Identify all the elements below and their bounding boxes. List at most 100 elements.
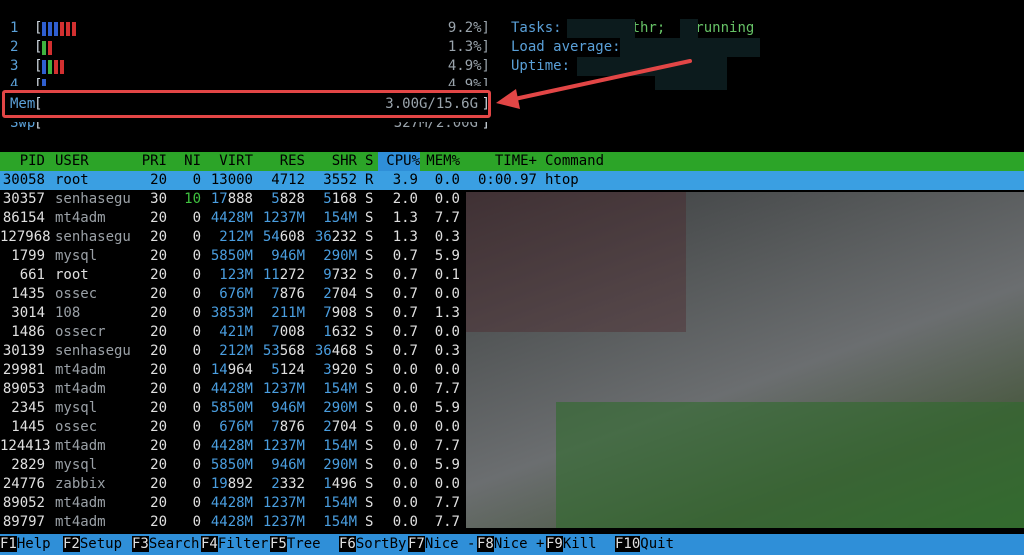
cell-pid: 1486: [11, 324, 45, 340]
cell-cpu: 0.0: [392, 362, 418, 378]
fkey-key: F6: [339, 536, 356, 552]
cell-res: 946M: [271, 400, 305, 416]
cell-res: 1237M: [262, 514, 305, 530]
cell-res: 2332: [271, 476, 305, 492]
cell-res: 53568: [262, 343, 305, 359]
cell-mem: 7.7: [434, 438, 460, 454]
cell-ni: 0: [192, 476, 201, 492]
cell-res: 1237M: [262, 438, 305, 454]
cell-cpu: 3.9: [392, 172, 418, 188]
cell-ni: 0: [192, 362, 201, 378]
fkey-label: Search: [148, 536, 200, 552]
cell-pid: 1799: [11, 248, 45, 264]
cell-pid: 1435: [11, 286, 45, 302]
annotation-arrow-icon: [496, 59, 692, 109]
fkey-label: SortBy: [355, 536, 407, 552]
cell-virt: 17888: [210, 191, 253, 207]
cell-pri: 20: [150, 229, 167, 245]
cell-pri: 20: [150, 267, 167, 283]
fkey-quit-button[interactable]: F10Quit: [615, 535, 674, 554]
meter-bar-segment: [60, 22, 65, 36]
cell-mem: 0.0: [434, 362, 460, 378]
cell-s: S: [365, 438, 374, 454]
cell-virt: 5850M: [210, 248, 253, 264]
cell-user: senhasegu: [55, 191, 131, 207]
cpu-bracket-left: [: [34, 58, 43, 74]
fkey-kill-button[interactable]: F9Kill: [546, 535, 597, 554]
cell-pid: 86154: [2, 210, 45, 226]
cpu-bar-fill: [42, 19, 78, 38]
cell-pri: 20: [150, 210, 167, 226]
cell-pid: 30058: [2, 172, 45, 188]
blur-patch: [466, 192, 686, 332]
cell-pid: 30139: [2, 343, 45, 359]
cell-ni: 0: [192, 457, 201, 473]
cell-ni: 0: [192, 267, 201, 283]
cell-res: 7008: [271, 324, 305, 340]
fkey-label: Help: [16, 536, 51, 552]
cell-shr: 36232: [314, 229, 357, 245]
cell-s: S: [365, 248, 374, 264]
cell-pid: 29981: [2, 362, 45, 378]
cell-res: 7876: [271, 419, 305, 435]
column-header-ni[interactable]: NI: [175, 152, 201, 171]
cell-s: S: [365, 400, 374, 416]
cell-cpu: 0.7: [392, 248, 418, 264]
meter-bar-segment: [72, 22, 77, 36]
cell-pid: 3014: [11, 305, 45, 321]
cell-ni: 10: [184, 191, 201, 207]
meter-bar-segment: [48, 22, 53, 36]
cell-cpu: 0.7: [392, 286, 418, 302]
cell-user: mt4adm: [55, 362, 106, 378]
cpu-bracket-left: [: [34, 20, 43, 36]
column-header-virt[interactable]: VIRT: [203, 152, 253, 171]
meter-bar-segment: [42, 60, 47, 74]
column-header-command[interactable]: Command: [545, 152, 625, 171]
cell-user: mysql: [55, 457, 98, 473]
cell-pri: 20: [150, 381, 167, 397]
cell-user: senhasegu: [55, 343, 131, 359]
cell-user: mt4adm: [55, 495, 106, 511]
column-header-shr[interactable]: SHR: [310, 152, 357, 171]
column-header-mem[interactable]: MEM%: [420, 152, 460, 171]
cell-s: S: [365, 286, 374, 302]
fkey-setup-button[interactable]: F2Setup: [63, 535, 122, 554]
cell-s: S: [365, 229, 374, 245]
fkey-nice-button[interactable]: F7Nice -: [408, 535, 475, 554]
cell-mem: 0.0: [434, 419, 460, 435]
cell-mem: 1.3: [434, 305, 460, 321]
column-header-time[interactable]: TIME+: [470, 152, 537, 171]
column-header-cpu[interactable]: CPU%: [378, 152, 420, 171]
table-row[interactable]: 30058 root 20 0 13000 4712 3552 R 3.9 0.0 0:00.97 h…: [0, 171, 1024, 190]
column-header-pri[interactable]: PRI: [135, 152, 167, 171]
cell-ni: 0: [192, 210, 201, 226]
cell-res: 5828: [271, 191, 305, 207]
cell-cpu: 0.0: [392, 457, 418, 473]
column-header-res[interactable]: RES: [255, 152, 305, 171]
cell-s: S: [365, 514, 374, 530]
fkey-label: Tree: [286, 536, 321, 552]
cell-cpu: 0.0: [392, 400, 418, 416]
fkey-help-button[interactable]: F1Help: [0, 535, 51, 554]
cell-res: 7876: [271, 286, 305, 302]
cell-res: 1237M: [262, 495, 305, 511]
cell-res: 1237M: [262, 381, 305, 397]
cell-pri: 20: [150, 324, 167, 340]
fkey-nice-button[interactable]: F8Nice +: [477, 535, 544, 554]
cpu-meter-1: 1 [9.2%]: [10, 19, 490, 38]
column-header-pid[interactable]: PID: [0, 152, 45, 171]
redaction-box: [567, 19, 635, 38]
fkey-filter-button[interactable]: F4Filter: [201, 535, 268, 554]
cell-virt: 5850M: [210, 400, 253, 416]
fkey-key: F3: [132, 536, 149, 552]
column-header-s[interactable]: S: [365, 152, 377, 171]
fkey-sortby-button[interactable]: F6SortBy: [339, 535, 406, 554]
column-header-user[interactable]: USER: [55, 152, 145, 171]
cell-mem: 0.3: [434, 229, 460, 245]
meter-bar-segment: [60, 60, 65, 74]
fkey-search-button[interactable]: F3Search: [132, 535, 199, 554]
cell-mem: 5.9: [434, 248, 460, 264]
fkey-label: Filter: [217, 536, 269, 552]
fkey-tree-button[interactable]: F5Tree: [270, 535, 321, 554]
cell-mem: 0.0: [434, 172, 460, 188]
